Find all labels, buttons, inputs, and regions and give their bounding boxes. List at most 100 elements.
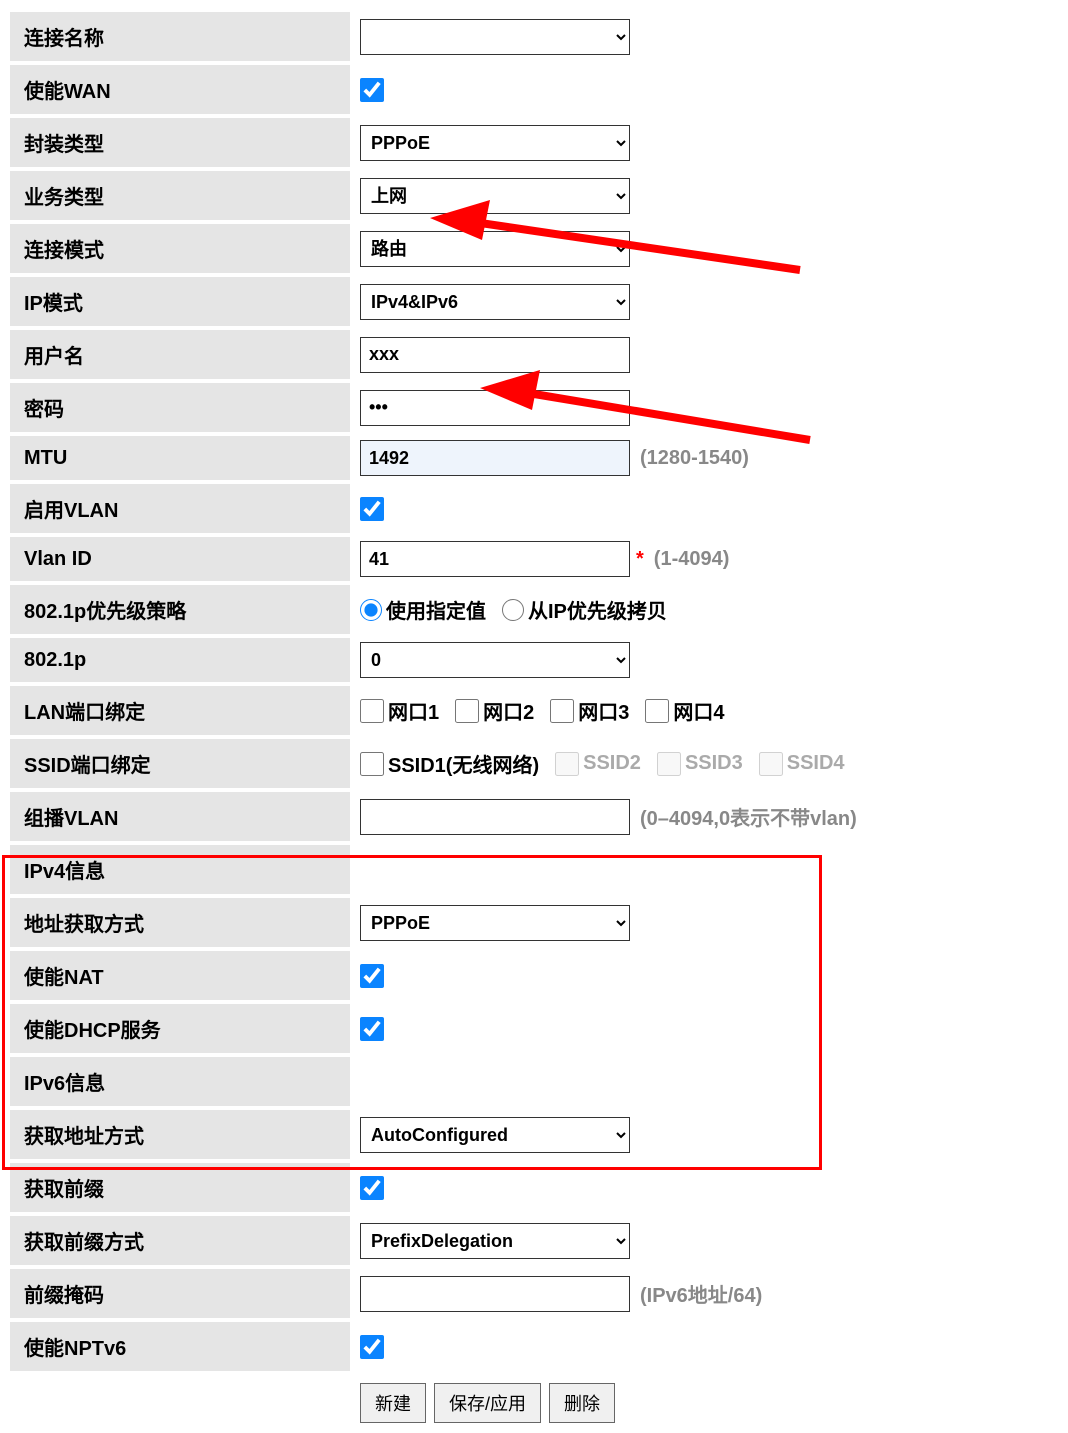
label-enable-nptv6: 使能NPTv6 (10, 1322, 350, 1371)
radio-use-specified-text: 使用指定值 (386, 595, 486, 624)
label-lan-bind: LAN端口绑定 (10, 686, 350, 735)
asterisk-icon: * (636, 548, 644, 571)
checkbox-lan-port1[interactable] (360, 699, 384, 723)
select-conn-mode[interactable]: 路由 (360, 231, 630, 267)
input-username[interactable] (360, 337, 630, 373)
row-addr-mode: 地址获取方式 PPPoE (10, 896, 1058, 949)
select-ipv6-addr-mode[interactable]: AutoConfigured (360, 1117, 630, 1153)
label-encap-type: 封装类型 (10, 118, 350, 167)
select-conn-name[interactable] (360, 19, 630, 55)
checkbox-enable-vlan[interactable] (360, 497, 384, 521)
row-username: 用户名 (10, 328, 1058, 381)
input-mtu[interactable] (360, 440, 630, 476)
lan-port1-text: 网口1 (388, 696, 439, 725)
wan-config-form: 连接名称 使能WAN 封装类型 PPPoE 业务类型 上网 连接模式 (10, 10, 1058, 1423)
lan-port2-label[interactable]: 网口2 (455, 696, 534, 725)
label-multicast-vlan: 组播VLAN (10, 792, 350, 841)
row-encap-type: 封装类型 PPPoE (10, 116, 1058, 169)
input-vlan-id[interactable] (360, 541, 630, 577)
radio-copy-from-ip-label[interactable]: 从IP优先级拷贝 (502, 595, 667, 624)
checkbox-get-prefix[interactable] (360, 1176, 384, 1200)
row-enable-dhcp: 使能DHCP服务 (10, 1002, 1058, 1055)
checkbox-enable-nptv6[interactable] (360, 1335, 384, 1359)
select-8021p[interactable]: 0 (360, 642, 630, 678)
checkbox-ssid1[interactable] (360, 752, 384, 776)
select-ip-mode[interactable]: IPv4&IPv6 (360, 284, 630, 320)
label-username: 用户名 (10, 330, 350, 379)
checkbox-lan-port3[interactable] (550, 699, 574, 723)
checkbox-enable-dhcp[interactable] (360, 1017, 384, 1041)
lan-port4-label[interactable]: 网口4 (645, 696, 724, 725)
select-prefix-mode[interactable]: PrefixDelegation (360, 1223, 630, 1259)
row-enable-vlan: 启用VLAN (10, 482, 1058, 535)
row-8021p-policy: 802.1p优先级策略 使用指定值 从IP优先级拷贝 (10, 583, 1058, 636)
label-password: 密码 (10, 383, 350, 432)
button-row: 新建 保存/应用 删除 (10, 1373, 1058, 1423)
row-ipv6-info: IPv6信息 (10, 1055, 1058, 1108)
row-ipv6-addr-mode: 获取地址方式 AutoConfigured (10, 1108, 1058, 1161)
lan-port3-text: 网口3 (578, 696, 629, 725)
label-service-type: 业务类型 (10, 171, 350, 220)
row-conn-name: 连接名称 (10, 10, 1058, 63)
checkbox-lan-port4[interactable] (645, 699, 669, 723)
radio-use-specified[interactable] (360, 599, 382, 621)
lan-port3-label[interactable]: 网口3 (550, 696, 629, 725)
checkbox-enable-nat[interactable] (360, 964, 384, 988)
radio-use-specified-label[interactable]: 使用指定值 (360, 595, 486, 624)
radio-copy-from-ip-text: 从IP优先级拷贝 (528, 595, 667, 624)
label-prefix-mask: 前缀掩码 (10, 1269, 350, 1318)
ssid3-text: SSID3 (685, 752, 743, 775)
hint-prefix-mask: (IPv6地址/64) (640, 1279, 762, 1308)
label-get-prefix: 获取前缀 (10, 1163, 350, 1212)
checkbox-enable-wan[interactable] (360, 78, 384, 102)
label-enable-dhcp: 使能DHCP服务 (10, 1004, 350, 1053)
row-password: 密码 (10, 381, 1058, 434)
lan-port4-text: 网口4 (673, 696, 724, 725)
lan-port1-label[interactable]: 网口1 (360, 696, 439, 725)
input-multicast-vlan[interactable] (360, 799, 630, 835)
label-conn-name: 连接名称 (10, 12, 350, 61)
label-enable-nat: 使能NAT (10, 951, 350, 1000)
label-ssid-bind: SSID端口绑定 (10, 739, 350, 788)
radio-copy-from-ip[interactable] (502, 599, 524, 621)
select-service-type[interactable]: 上网 (360, 178, 630, 214)
lan-port2-text: 网口2 (483, 696, 534, 725)
hint-vlan-id: (1-4094) (654, 548, 730, 571)
checkbox-ssid3 (657, 752, 681, 776)
row-conn-mode: 连接模式 路由 (10, 222, 1058, 275)
label-8021p-policy: 802.1p优先级策略 (10, 585, 350, 634)
row-ipv4-info: IPv4信息 (10, 843, 1058, 896)
row-get-prefix: 获取前缀 (10, 1161, 1058, 1214)
label-vlan-id: Vlan ID (10, 537, 350, 581)
delete-button[interactable]: 删除 (549, 1383, 615, 1423)
input-prefix-mask[interactable] (360, 1276, 630, 1312)
checkbox-lan-port2[interactable] (455, 699, 479, 723)
label-ipv6-info: IPv6信息 (10, 1057, 350, 1106)
label-enable-vlan: 启用VLAN (10, 484, 350, 533)
ssid4-text: SSID4 (787, 752, 845, 775)
row-service-type: 业务类型 上网 (10, 169, 1058, 222)
label-conn-mode: 连接模式 (10, 224, 350, 273)
row-enable-nptv6: 使能NPTv6 (10, 1320, 1058, 1373)
label-ip-mode: IP模式 (10, 277, 350, 326)
label-ipv6-addr-mode: 获取地址方式 (10, 1110, 350, 1159)
input-password[interactable] (360, 390, 630, 426)
label-enable-wan: 使能WAN (10, 65, 350, 114)
row-enable-nat: 使能NAT (10, 949, 1058, 1002)
ssid3-label: SSID3 (657, 752, 743, 776)
row-prefix-mask: 前缀掩码 (IPv6地址/64) (10, 1267, 1058, 1320)
select-encap-type[interactable]: PPPoE (360, 125, 630, 161)
select-addr-mode[interactable]: PPPoE (360, 905, 630, 941)
hint-multicast-vlan: (0–4094,0表示不带vlan) (640, 802, 857, 831)
row-vlan-id: Vlan ID * (1-4094) (10, 535, 1058, 583)
ssid1-text: SSID1(无线网络) (388, 749, 539, 778)
row-prefix-mode: 获取前缀方式 PrefixDelegation (10, 1214, 1058, 1267)
new-button[interactable]: 新建 (360, 1383, 426, 1423)
checkbox-ssid2 (555, 752, 579, 776)
save-button[interactable]: 保存/应用 (434, 1383, 541, 1423)
ssid2-text: SSID2 (583, 752, 641, 775)
ssid1-label[interactable]: SSID1(无线网络) (360, 749, 539, 778)
row-enable-wan: 使能WAN (10, 63, 1058, 116)
row-8021p: 802.1p 0 (10, 636, 1058, 684)
ssid2-label: SSID2 (555, 752, 641, 776)
